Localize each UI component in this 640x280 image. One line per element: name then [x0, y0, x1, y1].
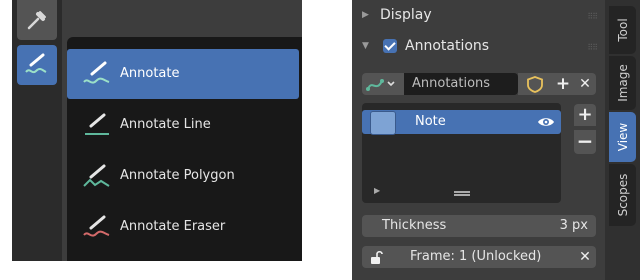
shield-icon	[527, 76, 543, 93]
annotation-layer-list: Note ▶	[362, 103, 561, 203]
delete-frame-button[interactable]: ✕	[574, 246, 596, 268]
annotate-eraser-icon	[83, 215, 110, 237]
unlink-annotation-button[interactable]: ✕	[574, 73, 596, 95]
annotations-checkbox[interactable]	[383, 39, 397, 53]
add-layer-button[interactable]: +	[574, 104, 596, 126]
fake-user-button[interactable]	[518, 73, 552, 95]
tab-image[interactable]: Image	[609, 56, 636, 110]
chevron-down-icon: ▼	[362, 41, 369, 51]
annotate-polygon-icon	[83, 164, 110, 187]
menu-item-label: Annotate	[120, 66, 180, 81]
tab-scopes[interactable]: Scopes	[609, 164, 636, 226]
remove-layer-button[interactable]: −	[574, 130, 596, 154]
unlock-icon	[371, 250, 383, 264]
annotate-line-icon	[85, 113, 109, 135]
annotate-icon	[83, 61, 110, 84]
tab-label: Scopes	[615, 173, 630, 217]
tool-shelf	[12, 0, 62, 261]
menu-item-annotate-eraser[interactable]: Annotate Eraser	[67, 202, 299, 252]
tab-tool[interactable]: Tool	[609, 6, 636, 54]
chevron-right-icon: ▶	[362, 10, 369, 20]
annotation-source-dropdown[interactable]	[362, 73, 410, 95]
annotation-data-name-field[interactable]: Annotations	[404, 73, 518, 95]
eye-icon[interactable]	[537, 114, 555, 130]
frame-lock-button[interactable]	[362, 246, 392, 268]
layer-row[interactable]: Note	[362, 110, 561, 135]
sidebar-tab-strip: Tool Image View Scopes	[605, 0, 640, 280]
menu-item-label: Annotate Polygon	[120, 168, 235, 183]
list-resize-handle[interactable]	[454, 191, 470, 196]
thickness-value: 3 px	[559, 218, 588, 233]
menu-item-annotate-polygon[interactable]: Annotate Polygon	[67, 151, 299, 201]
tool-popup-menu: Annotate Annotate Line Annotate Polygon …	[67, 37, 302, 261]
menu-item-annotate-line[interactable]: Annotate Line	[67, 100, 299, 150]
thickness-label: Thickness	[382, 218, 447, 233]
thickness-slider[interactable]: Thickness 3 px	[362, 215, 596, 237]
annotation-data-name: Annotations	[412, 76, 491, 91]
menu-item-annotate[interactable]: Annotate	[67, 49, 299, 99]
eyedropper-icon	[27, 11, 46, 30]
chevron-down-icon	[387, 81, 395, 87]
frame-status-field[interactable]: Frame: 1 (Unlocked)	[392, 246, 574, 268]
panel-title: Display	[380, 7, 432, 23]
layer-color-swatch[interactable]	[370, 111, 396, 135]
expand-list-icon[interactable]: ▶	[374, 186, 380, 195]
eyedropper-tool-button[interactable]	[17, 0, 57, 40]
frame-status-label: Frame: 1 (Unlocked)	[410, 249, 542, 264]
sidebar-panel: ▶ Display ⠿⠿ ▼ Annotations ⠿⠿ Annotation…	[352, 0, 640, 280]
panel-title: Annotations	[405, 38, 490, 54]
layer-name: Note	[415, 114, 446, 129]
drag-handle-icon[interactable]: ⠿⠿	[587, 43, 598, 52]
new-annotation-button[interactable]: +	[552, 73, 574, 95]
menu-item-label: Annotate Line	[120, 117, 211, 132]
annotations-panel-header[interactable]: ▼ Annotations ⠿⠿	[352, 31, 605, 61]
tab-view[interactable]: View	[609, 112, 636, 162]
menu-item-label: Annotate Eraser	[120, 219, 226, 234]
toolbar-panel: Annotate Annotate Line Annotate Polygon …	[12, 0, 302, 261]
tab-label: Tool	[615, 18, 630, 42]
tab-label: View	[615, 122, 630, 152]
drag-handle-icon[interactable]: ⠿⠿	[587, 12, 598, 21]
tab-label: Image	[615, 64, 630, 102]
properties-area: ▶ Display ⠿⠿ ▼ Annotations ⠿⠿ Annotation…	[352, 0, 605, 280]
display-panel-header[interactable]: ▶ Display ⠿⠿	[352, 0, 605, 30]
annotate-stroke-icon	[366, 79, 395, 91]
annotate-icon	[25, 53, 47, 74]
annotate-tool-button[interactable]	[17, 45, 57, 85]
